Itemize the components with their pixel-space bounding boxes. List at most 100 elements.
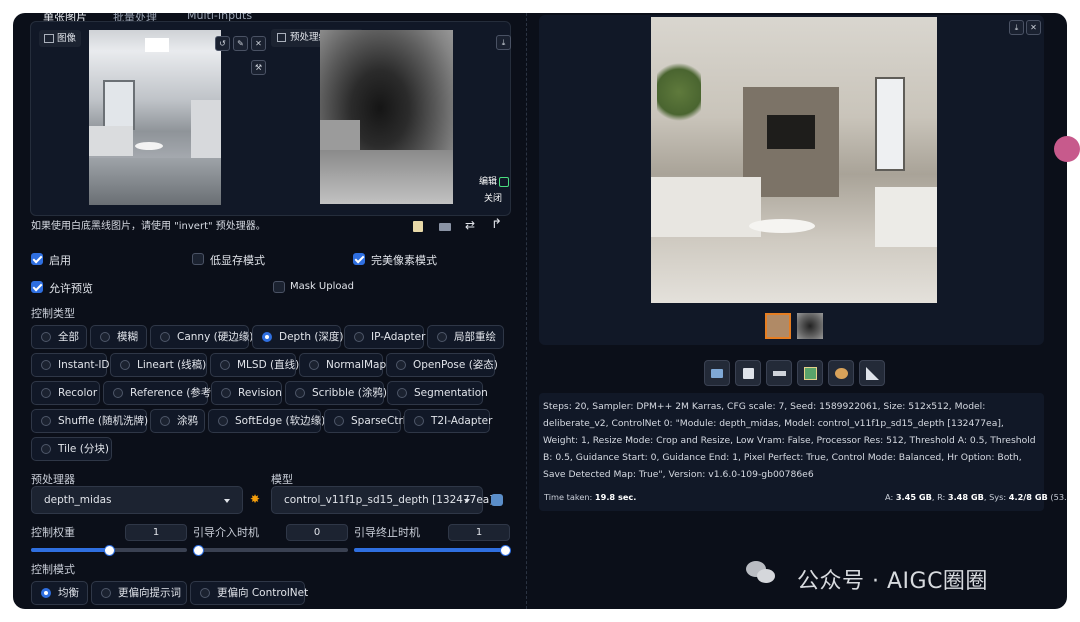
- radio-inpaint[interactable]: 局部重绘: [427, 325, 504, 349]
- chevron-down-icon: [464, 499, 470, 503]
- radio-dot: [41, 416, 51, 426]
- radio-tile[interactable]: Tile (分块): [31, 437, 112, 461]
- radio-dot: [396, 360, 406, 370]
- radio-shuffle[interactable]: Shuffle (随机洗牌): [31, 409, 148, 433]
- download-icon[interactable]: ⤓: [496, 35, 511, 50]
- radio-scribble[interactable]: Scribble (涂鸦): [285, 381, 387, 405]
- control-mode-title: 控制模式: [31, 563, 75, 576]
- output-panel: ⤓ ✕: [533, 13, 1067, 609]
- window: [103, 80, 135, 130]
- radio-scribble-cn[interactable]: 涂鸦: [150, 409, 205, 433]
- radio-canny[interactable]: Canny (硬边缘): [150, 325, 253, 349]
- coffee-table: [749, 219, 815, 233]
- low-vram-checkbox[interactable]: [192, 253, 204, 265]
- save-icon[interactable]: [735, 360, 761, 386]
- radio-dot: [100, 332, 110, 342]
- pixel-perfect-checkbox[interactable]: [353, 253, 365, 265]
- low-vram-label: 低显存模式: [210, 254, 265, 267]
- ceiling-light: [145, 38, 169, 52]
- weight-input[interactable]: 1: [125, 524, 187, 541]
- side-float-button[interactable]: [1054, 136, 1080, 162]
- edit-icon[interactable]: ✎: [233, 36, 248, 51]
- edit-button[interactable]: 编辑: [479, 174, 510, 187]
- guidance-end-slider-handle[interactable]: [500, 545, 511, 556]
- weight-label: 控制权重: [31, 526, 75, 539]
- swap-icon[interactable]: ⇄: [465, 218, 475, 232]
- close-icon[interactable]: ✕: [1026, 20, 1041, 35]
- radio-dot: [295, 388, 305, 398]
- guidance-start-slider-handle[interactable]: [193, 545, 204, 556]
- guidance-end-label: 引导终止时机: [354, 526, 420, 539]
- radio-sparsectrl[interactable]: SparseCtrl: [324, 409, 406, 433]
- depth-foreground: [320, 150, 453, 204]
- folder-icon[interactable]: [704, 360, 730, 386]
- arrow-up-icon[interactable]: ↱: [491, 217, 502, 232]
- zip-icon[interactable]: [766, 360, 792, 386]
- tv-wall: [191, 100, 221, 160]
- weight-slider-handle[interactable]: [104, 545, 115, 556]
- guidance-start-input[interactable]: 0: [286, 524, 348, 541]
- radio-ip-adapter[interactable]: IP-Adapter: [344, 325, 425, 349]
- radio-t2i-adapter[interactable]: T2I-Adapter: [404, 409, 492, 433]
- radio-all[interactable]: 全部: [31, 325, 87, 349]
- thumbnail-2[interactable]: [797, 313, 823, 339]
- radio-openpose[interactable]: OpenPose (姿态): [386, 353, 498, 377]
- radio-segmentation[interactable]: Segmentation: [387, 381, 488, 405]
- download-icon[interactable]: ⤓: [1009, 20, 1024, 35]
- radio-dot: [309, 360, 319, 370]
- enable-checkbox[interactable]: [31, 253, 43, 265]
- refresh-icon[interactable]: [491, 494, 503, 506]
- mode-prompt[interactable]: 更偏向提示词: [91, 581, 187, 605]
- allow-preview-label: 允许预览: [49, 282, 93, 295]
- radio-revision[interactable]: Revision: [211, 381, 282, 405]
- camera-icon[interactable]: [439, 223, 451, 231]
- mode-balanced[interactable]: 均衡: [31, 581, 88, 605]
- mask-upload-checkbox[interactable]: [273, 281, 285, 293]
- wand-icon[interactable]: ⚒: [251, 60, 266, 75]
- enable-label: 启用: [49, 254, 71, 267]
- radio-recolor[interactable]: Recolor: [31, 381, 100, 405]
- fire-icon[interactable]: ✸: [250, 492, 260, 506]
- radio-mlsd[interactable]: MLSD (直线): [210, 353, 299, 377]
- generation-info: Steps: 20, Sampler: DPM++ 2M Karras, CFG…: [543, 401, 1036, 480]
- image-label: 图像: [57, 33, 77, 44]
- generated-image[interactable]: [651, 17, 937, 303]
- thumbnail-1[interactable]: [765, 313, 791, 339]
- app-window: 单张图片 批量处理 Multi-Inputs 图像 ↺ ✎ ✕ ⚒ 预处理结果预…: [13, 13, 1067, 609]
- control-type-title: 控制类型: [31, 307, 75, 320]
- guidance-start-slider-track[interactable]: [193, 548, 348, 552]
- floor: [89, 158, 221, 205]
- guidance-start-label: 引导介入时机: [193, 526, 259, 539]
- guidance-end-input[interactable]: 1: [448, 524, 510, 541]
- time-taken: Time taken: 19.8 sec.: [544, 492, 637, 502]
- radio-depth[interactable]: Depth (深度): [252, 325, 344, 349]
- column-divider: [526, 13, 528, 609]
- radio-dot: [101, 588, 111, 598]
- preprocessor-select[interactable]: depth_midas: [31, 486, 243, 514]
- palette-icon[interactable]: [828, 360, 854, 386]
- radio-dot: [334, 416, 344, 426]
- image-send-icon[interactable]: [797, 360, 823, 386]
- model-select[interactable]: control_v11f1p_sd15_depth [132477ea]: [271, 486, 493, 514]
- allow-preview-checkbox[interactable]: [31, 281, 43, 293]
- radio-instant-id[interactable]: Instant-ID: [31, 353, 110, 377]
- radio-lineart[interactable]: Lineart (线稿): [110, 353, 207, 377]
- close-icon[interactable]: ✕: [251, 36, 266, 51]
- radio-dot: [113, 388, 123, 398]
- model-label: 模型: [271, 473, 293, 486]
- radio-reference[interactable]: Reference (参考): [103, 381, 215, 405]
- radio-dot: [221, 388, 231, 398]
- ruler-icon[interactable]: [859, 360, 885, 386]
- radio-normalmap[interactable]: NormalMap: [299, 353, 386, 377]
- table: [135, 142, 163, 150]
- undo-icon[interactable]: ↺: [215, 36, 230, 51]
- note-icon[interactable]: [413, 221, 423, 232]
- radio-blur[interactable]: 模糊: [90, 325, 147, 349]
- depth-sofa: [320, 120, 360, 150]
- source-image[interactable]: [89, 30, 221, 205]
- close-preview-button[interactable]: 关闭: [484, 191, 502, 204]
- mode-controlnet[interactable]: 更偏向 ControlNet: [190, 581, 308, 605]
- radio-softedge[interactable]: SoftEdge (软边缘): [208, 409, 325, 433]
- watermark-text: 公众号 · AIGC圈圈: [797, 569, 988, 594]
- radio-dot: [437, 332, 447, 342]
